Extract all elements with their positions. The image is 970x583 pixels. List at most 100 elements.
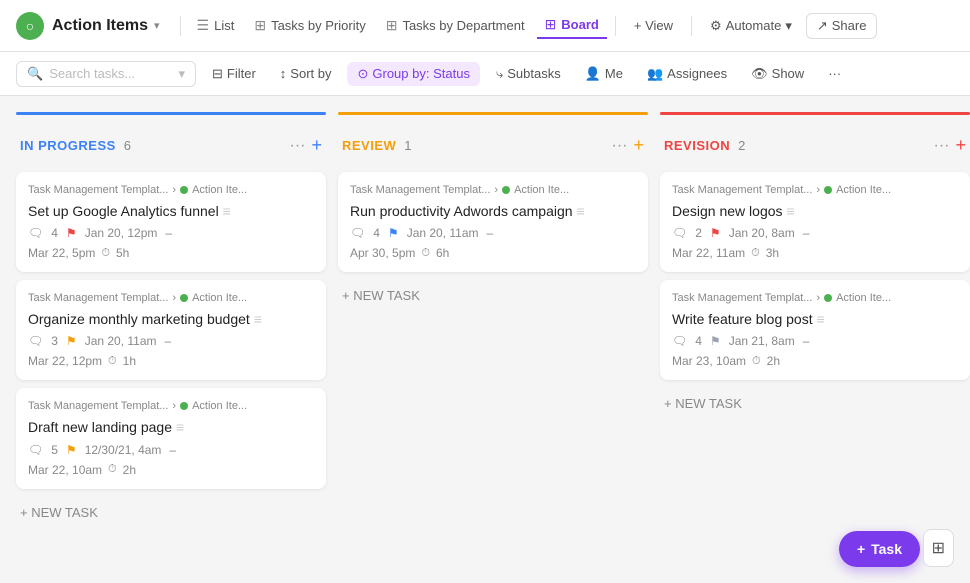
comment-count: 4 bbox=[51, 226, 58, 240]
automate-button[interactable]: ⚙ Automate ▾ bbox=[700, 14, 802, 38]
card-review-0[interactable]: Task Management Templat... › Action Ite.… bbox=[338, 172, 648, 272]
col-status-bar-revision bbox=[660, 112, 970, 115]
sort-button[interactable]: ↕ Sort by bbox=[272, 62, 340, 85]
card-meta: Task Management Templat... › Action Ite.… bbox=[672, 292, 958, 304]
fab-label: Task bbox=[871, 541, 902, 557]
column-review: REVIEW 1 ··· + Task Management Templat..… bbox=[338, 112, 648, 567]
board: IN PROGRESS 6 ··· + Task Management Temp… bbox=[0, 96, 970, 583]
grid-icon: ⊞ bbox=[932, 540, 945, 557]
new-task-revision[interactable]: + NEW TASK bbox=[660, 388, 970, 419]
comment-icon: 🗨 bbox=[28, 226, 43, 240]
bottom-date: Mar 22, 10am bbox=[28, 463, 102, 477]
card-time: 3h bbox=[766, 246, 779, 260]
col-options-revision[interactable]: ··· bbox=[934, 137, 950, 155]
time-icon: ⏱ bbox=[752, 355, 761, 368]
comment-icon: 🗨 bbox=[672, 226, 687, 240]
priority-flag-icon: ⚑ bbox=[388, 226, 399, 240]
card-status-dot bbox=[180, 186, 188, 194]
card-details: 🗨 2 ⚑ Jan 20, 8am – bbox=[672, 226, 958, 240]
dash: – bbox=[169, 443, 176, 457]
view-toggle-button[interactable]: ⊞ bbox=[923, 529, 954, 567]
share-icon: ↗ bbox=[817, 18, 828, 34]
col-options-review[interactable]: ··· bbox=[612, 137, 628, 155]
card-date: Jan 20, 12pm bbox=[85, 226, 158, 240]
card-in-progress-1[interactable]: Task Management Templat... › Action Ite.… bbox=[16, 280, 326, 380]
card-bottom: Mar 22, 12pm ⏱ 1h bbox=[28, 354, 314, 368]
me-label: Me bbox=[605, 66, 623, 81]
share-button[interactable]: ↗ Share bbox=[806, 13, 878, 39]
card-revision-0[interactable]: Task Management Templat... › Action Ite.… bbox=[660, 172, 970, 272]
card-details: 🗨 4 ⚑ Jan 21, 8am – bbox=[672, 334, 958, 348]
group-by-button[interactable]: ⊙ Group by: Status bbox=[347, 62, 479, 86]
card-time: 2h bbox=[767, 354, 780, 368]
nav-separator-3 bbox=[691, 16, 692, 36]
card-title: Set up Google Analytics funnel ≡ bbox=[28, 202, 314, 220]
new-task-review[interactable]: + NEW TASK bbox=[338, 280, 648, 311]
comment-icon: 🗨 bbox=[28, 334, 43, 348]
nav-board[interactable]: ⊞ Board bbox=[537, 12, 607, 39]
show-button[interactable]: 👁 Show bbox=[743, 62, 812, 86]
header: ○ Action Items ▾ ☰ List ⊞ Tasks by Prior… bbox=[0, 0, 970, 52]
card-title: Run productivity Adwords campaign ≡ bbox=[350, 202, 636, 220]
card-date: 12/30/21, 4am bbox=[85, 443, 162, 457]
nav-priority[interactable]: ⊞ Tasks by Priority bbox=[246, 13, 373, 38]
subtasks-button[interactable]: ⤷ Subtasks bbox=[488, 62, 569, 86]
time-icon: ⏱ bbox=[751, 247, 760, 260]
card-status-dot bbox=[180, 294, 188, 302]
card-date: Jan 20, 8am bbox=[729, 226, 795, 240]
card-in-progress-2[interactable]: Task Management Templat... › Action Ite.… bbox=[16, 388, 326, 488]
card-in-progress-0[interactable]: Task Management Templat... › Action Ite.… bbox=[16, 172, 326, 272]
group-by-label: Group by: Status bbox=[372, 66, 470, 81]
comment-count: 4 bbox=[695, 334, 702, 348]
group-icon: ⊙ bbox=[357, 66, 368, 82]
column-revision: REVISION 2 ··· + Task Management Templat… bbox=[660, 112, 970, 567]
col-add-revision[interactable]: + bbox=[955, 135, 966, 156]
card-badge: Action Ite... bbox=[192, 292, 247, 304]
card-template: Task Management Templat... bbox=[28, 292, 168, 304]
col-options-in-progress[interactable]: ··· bbox=[290, 137, 306, 155]
priority-flag-icon: ⚑ bbox=[710, 334, 721, 348]
card-time: 2h bbox=[123, 463, 136, 477]
col-header-review: REVIEW 1 ··· + bbox=[338, 127, 648, 164]
card-date: Jan 21, 8am bbox=[729, 334, 795, 348]
card-badge: Action Ite... bbox=[836, 184, 891, 196]
col-add-review[interactable]: + bbox=[633, 135, 644, 156]
more-button[interactable]: ··· bbox=[820, 62, 849, 85]
priority-flag-icon: ⚑ bbox=[66, 443, 77, 457]
card-revision-1[interactable]: Task Management Templat... › Action Ite.… bbox=[660, 280, 970, 380]
card-details: 🗨 4 ⚑ Jan 20, 11am – bbox=[350, 226, 636, 240]
card-meta: Task Management Templat... › Action Ite.… bbox=[672, 184, 958, 196]
column-in-progress: IN PROGRESS 6 ··· + Task Management Temp… bbox=[16, 112, 326, 567]
bottom-date: Mar 22, 11am bbox=[672, 246, 745, 260]
filter-button[interactable]: ⊟ Filter bbox=[204, 62, 264, 86]
nav-department[interactable]: ⊞ Tasks by Department bbox=[378, 13, 533, 38]
time-icon: ⏱ bbox=[421, 247, 430, 260]
card-badge: Action Ite... bbox=[192, 184, 247, 196]
new-task-in-progress[interactable]: + NEW TASK bbox=[16, 497, 326, 528]
assignees-button[interactable]: 👥 Assignees bbox=[639, 62, 735, 86]
comment-icon: 🗨 bbox=[350, 226, 365, 240]
card-date: Jan 20, 11am bbox=[407, 226, 479, 240]
card-template: Task Management Templat... bbox=[672, 184, 812, 196]
new-task-fab[interactable]: + Task bbox=[839, 531, 920, 567]
card-meta: Task Management Templat... › Action Ite.… bbox=[28, 292, 314, 304]
dash: – bbox=[487, 226, 494, 240]
me-button[interactable]: 👤 Me bbox=[577, 62, 631, 86]
dash: – bbox=[803, 334, 810, 348]
col-count-in-progress: 6 bbox=[124, 138, 131, 153]
col-title-review: REVIEW bbox=[342, 138, 396, 153]
automate-label: Automate bbox=[726, 18, 782, 33]
nav-list[interactable]: ☰ List bbox=[189, 13, 243, 38]
show-label: Show bbox=[772, 66, 805, 81]
priority-icon: ⊞ bbox=[254, 17, 266, 34]
bottom-date: Mar 23, 10am bbox=[672, 354, 746, 368]
nav-board-label: Board bbox=[561, 17, 599, 32]
search-box[interactable]: 🔍 Search tasks... ▾ bbox=[16, 61, 196, 87]
priority-flag-icon: ⚑ bbox=[66, 226, 77, 240]
app-icon: ○ bbox=[16, 12, 44, 40]
fab-plus-icon: + bbox=[857, 541, 865, 557]
title-chevron-icon[interactable]: ▾ bbox=[154, 19, 160, 32]
add-view-button[interactable]: + View bbox=[624, 14, 683, 37]
col-add-in-progress[interactable]: + bbox=[311, 135, 322, 156]
comment-count: 5 bbox=[51, 443, 58, 457]
